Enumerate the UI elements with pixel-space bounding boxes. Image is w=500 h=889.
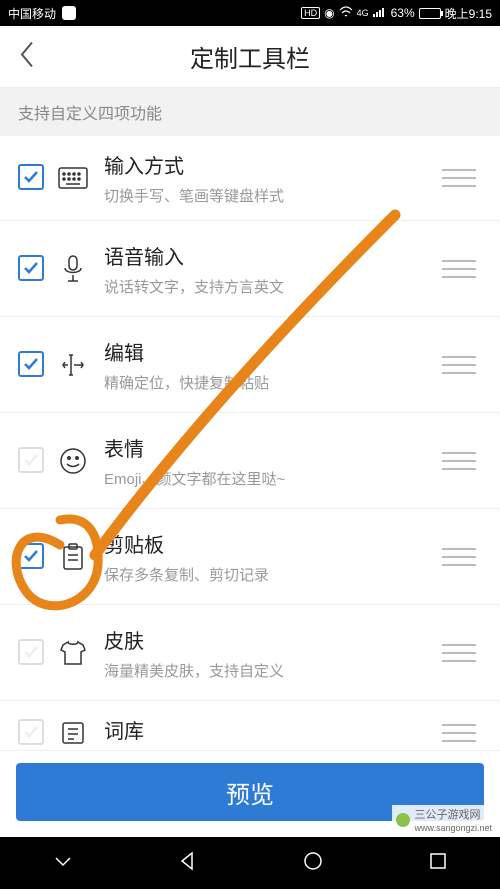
subheader: 支持自定义四项功能 (0, 88, 500, 136)
item-subtitle: 精确定位，快捷复制粘贴 (104, 372, 442, 393)
checkbox[interactable] (18, 351, 46, 379)
watermark-text: 三公子游戏网 (414, 809, 480, 821)
battery-pct: 63% (391, 6, 415, 20)
item-subtitle: 说话转文字，支持方言英文 (104, 276, 442, 297)
item-subtitle: 切换手写、笔画等键盘样式 (104, 185, 442, 206)
clipboard-icon (46, 543, 100, 571)
status-bar: 中国移动 HD ◉ 4G 63% 晚上9:15 (0, 0, 500, 26)
checkbox[interactable] (18, 719, 46, 747)
hd-badge: HD (301, 7, 320, 19)
item-subtitle: 保存多条复制、剪切记录 (104, 564, 442, 585)
page-header: 定制工具栏 (0, 26, 500, 88)
nav-home-icon[interactable] (302, 850, 324, 877)
item-title: 剪贴板 (104, 529, 442, 558)
item-title: 皮肤 (104, 625, 442, 654)
mic-icon (46, 254, 100, 284)
list-item[interactable]: 剪贴板保存多条复制、剪切记录 (0, 509, 500, 605)
status-carrier: 中国移动 (8, 5, 56, 22)
battery-icon (419, 8, 441, 19)
drag-handle-icon[interactable] (442, 350, 482, 380)
nav-recent-icon[interactable] (427, 850, 449, 877)
watermark-logo-icon (396, 813, 410, 827)
watermark: 三公子游戏网 www.sangongzi.net (392, 805, 496, 835)
watermark-url: www.sangongzi.net (414, 823, 492, 833)
drag-handle-icon[interactable] (442, 446, 482, 476)
shirt-icon (46, 640, 100, 666)
drag-handle-icon[interactable] (442, 542, 482, 572)
drag-handle-icon[interactable] (442, 638, 482, 668)
list-item[interactable]: 语音输入说话转文字，支持方言英文 (0, 221, 500, 317)
list-item[interactable]: 词库 (0, 701, 500, 751)
page-title: 定制工具栏 (190, 39, 310, 74)
status-time: 晚上9:15 (445, 5, 492, 22)
item-title: 词库 (104, 715, 442, 744)
wechat-icon (62, 6, 76, 20)
eye-icon: ◉ (324, 6, 334, 20)
checkbox[interactable] (18, 164, 46, 192)
nav-dropdown-icon[interactable] (52, 850, 74, 877)
drag-handle-icon[interactable] (442, 163, 482, 193)
item-subtitle: 海量精美皮肤，支持自定义 (104, 660, 442, 681)
drag-handle-icon[interactable] (442, 254, 482, 284)
back-button[interactable] (18, 39, 36, 74)
list-item[interactable]: 表情 Emoji、颜文字都在这里哒~ (0, 413, 500, 509)
emoji-icon (46, 447, 100, 475)
item-title: 表情 (104, 433, 442, 462)
item-title: 输入方式 (104, 150, 442, 179)
wifi-icon (339, 6, 353, 21)
checkbox[interactable] (18, 447, 46, 475)
system-nav-bar (0, 837, 500, 889)
item-title: 语音输入 (104, 241, 442, 270)
checkbox[interactable] (18, 543, 46, 571)
network-type: 4G (357, 8, 369, 18)
drag-handle-icon[interactable] (442, 718, 482, 748)
item-title: 编辑 (104, 337, 442, 366)
item-subtitle: Emoji、颜文字都在这里哒~ (104, 468, 442, 489)
nav-back-icon[interactable] (177, 850, 199, 877)
checkbox[interactable] (18, 255, 46, 283)
list-item[interactable]: 输入方式切换手写、笔画等键盘样式 (0, 136, 500, 221)
toolbar-list: 输入方式切换手写、笔画等键盘样式语音输入说话转文字，支持方言英文编辑精确定位，快… (0, 136, 500, 751)
list-item[interactable]: 皮肤海量精美皮肤，支持自定义 (0, 605, 500, 701)
list-item[interactable]: 编辑精确定位，快捷复制粘贴 (0, 317, 500, 413)
cursor-icon (46, 352, 100, 378)
signal-icon (373, 6, 387, 21)
keyboard-icon (46, 167, 100, 189)
dict-icon (46, 720, 100, 746)
checkbox[interactable] (18, 639, 46, 667)
